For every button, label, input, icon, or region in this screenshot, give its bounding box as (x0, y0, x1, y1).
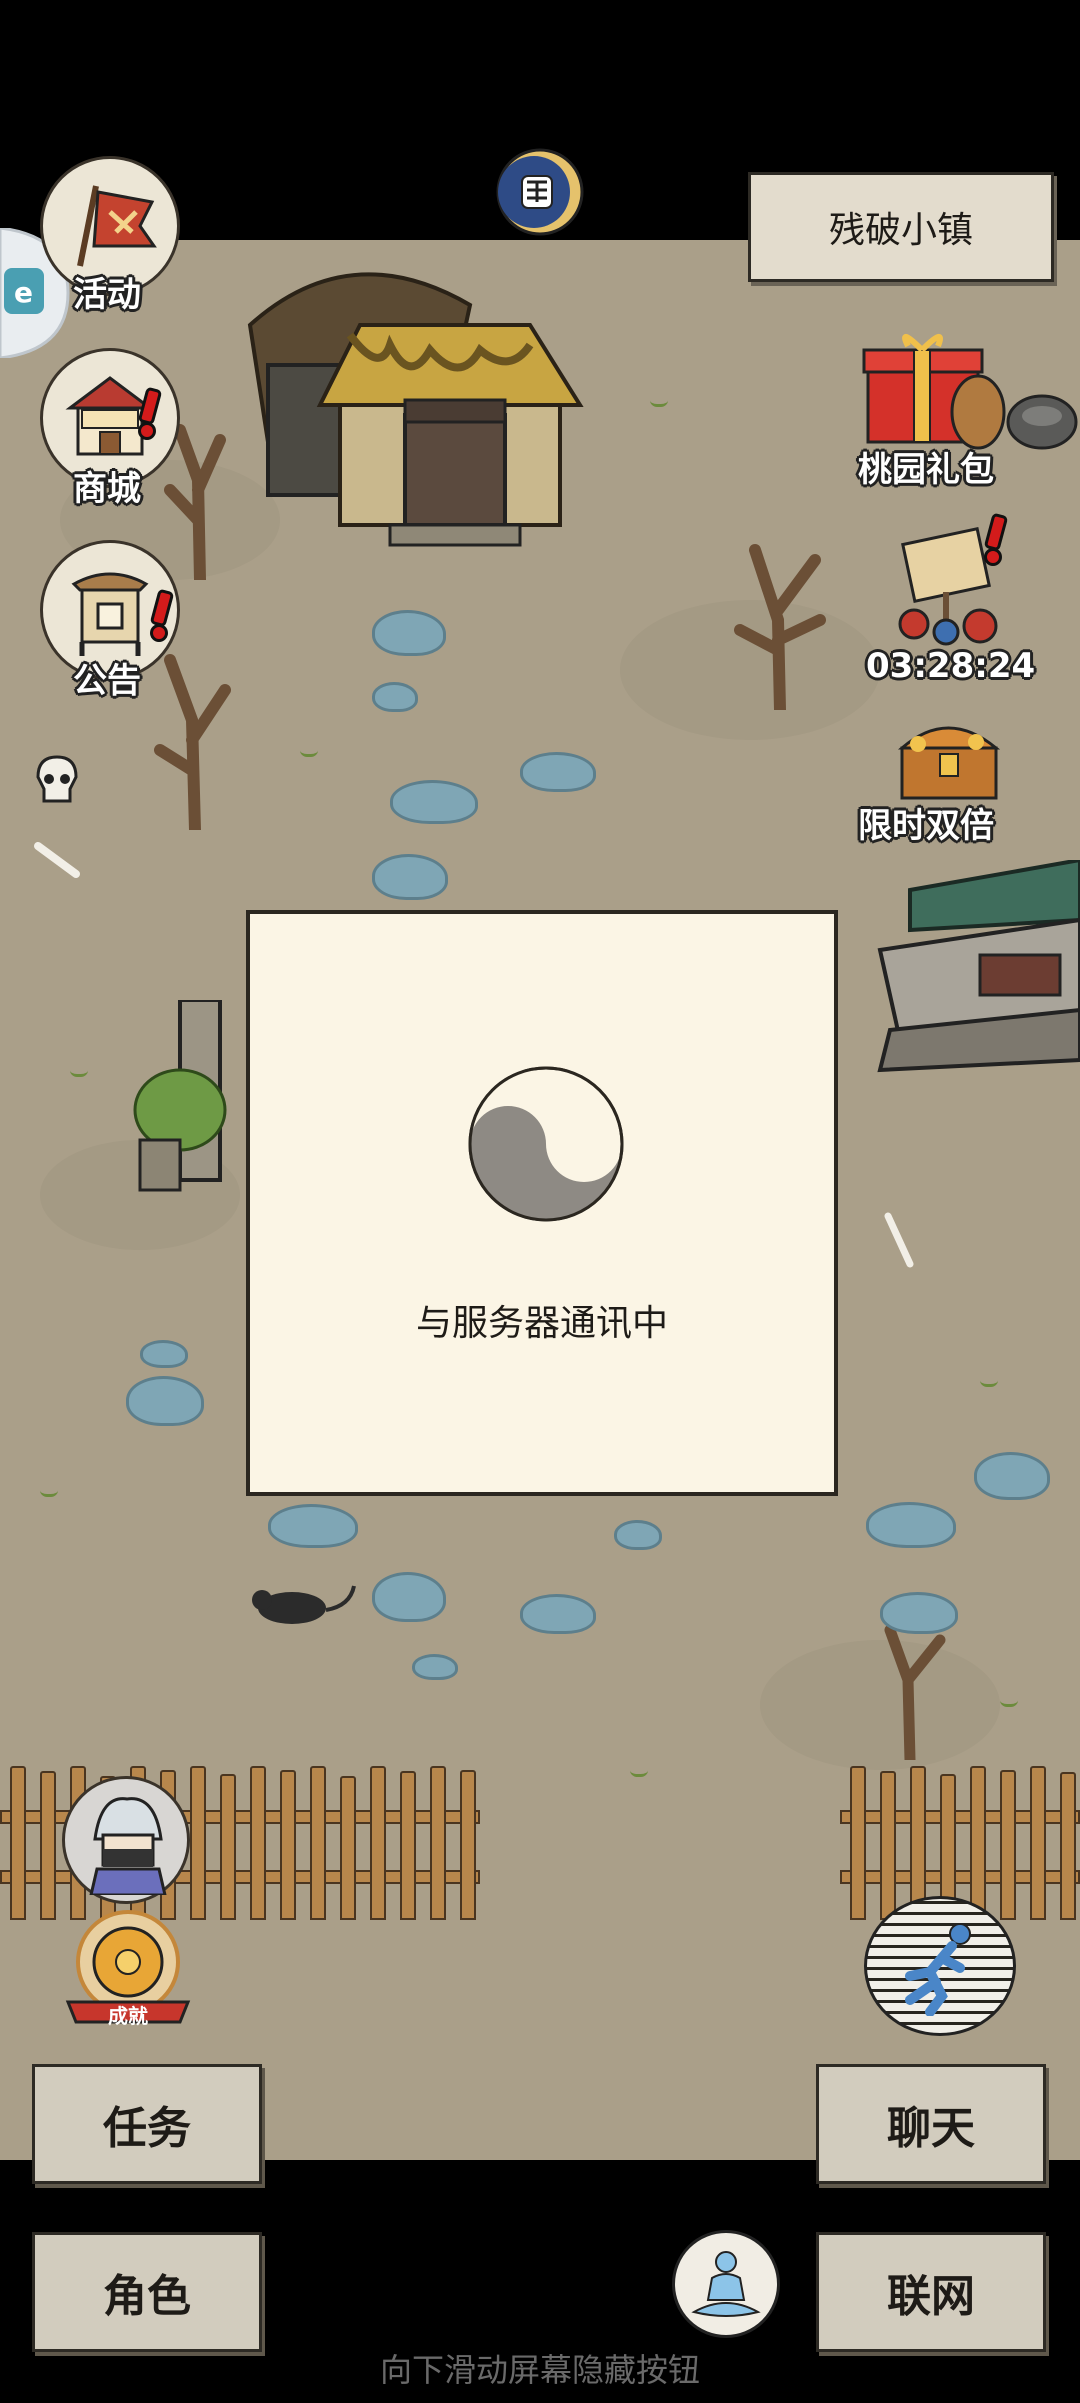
yin-yang-loading-icon (468, 1066, 624, 1222)
stepping-stone (390, 780, 478, 824)
gift-box-icon (862, 334, 1078, 450)
task-button[interactable]: 任务 (32, 2064, 262, 2184)
chat-button[interactable]: 聊天 (816, 2064, 1046, 2184)
ruined-wall (133, 1000, 227, 1192)
notice-board-icon (71, 572, 149, 656)
character-avatar[interactable] (62, 1776, 190, 1904)
shop-button[interactable]: 商城 (40, 348, 180, 509)
rat-creature[interactable] (240, 1580, 360, 1630)
bone (884, 1212, 914, 1268)
grass-tuft (40, 1480, 58, 1497)
grass-tuft (980, 1370, 998, 1387)
grass-tuft (300, 740, 318, 757)
peach-garden-gift-button[interactable]: 桃园礼包 (858, 326, 1078, 496)
activity-button[interactable]: 活动 (40, 156, 180, 315)
loading-message: 与服务器通讯中 (415, 1303, 668, 1344)
ruined-house[interactable] (840, 860, 1080, 1080)
stepping-stone (520, 1594, 596, 1634)
location-sign[interactable]: 残破小镇 (748, 172, 1054, 282)
stepping-stone (126, 1376, 204, 1426)
auto-run-button[interactable] (864, 1896, 1016, 2036)
stepping-stone (140, 1340, 188, 1368)
peach-garden-gift-label: 桃园礼包 (858, 450, 994, 490)
meditate-button[interactable] (672, 2230, 780, 2338)
ninja-avatar-icon (89, 1797, 167, 1895)
stepping-stone (866, 1502, 956, 1548)
thatched-hut[interactable] (240, 265, 600, 575)
stepping-stone (974, 1452, 1050, 1500)
task-label: 任务 (103, 2103, 191, 2154)
character-button[interactable]: 角色 (32, 2232, 262, 2352)
treasure-chest-icon (897, 726, 1001, 800)
activity-label: 活动 (73, 275, 141, 315)
hide-buttons-hint: 向下滑动屏幕隐藏按钮 (379, 2351, 700, 2389)
notice-alert-icon (149, 588, 175, 642)
running-figure-icon (905, 1923, 971, 2016)
stepping-stone (880, 1592, 958, 1634)
sale-countdown-timer: 03:28:24 (866, 646, 1036, 686)
sale-sign-icon (898, 526, 998, 646)
bone (34, 842, 80, 878)
grass-tuft (630, 1760, 648, 1777)
shop-alert-icon (137, 386, 163, 440)
sale-alert-icon (983, 512, 1009, 566)
dead-tree (734, 544, 826, 710)
achievement-button[interactable]: 成就 (62, 1910, 194, 2028)
double-reward-button[interactable]: 限时双倍 (858, 708, 1058, 848)
achievement-label: 成就 (108, 2004, 148, 2028)
chat-label: 聊天 (887, 2103, 975, 2154)
shop-label: 商城 (73, 469, 141, 509)
skull (36, 755, 78, 803)
meditation-icon (691, 2251, 761, 2317)
network-label: 联网 (887, 2271, 975, 2322)
stepping-stone (372, 854, 448, 900)
stepping-stone (614, 1520, 662, 1550)
stepping-stone (268, 1504, 358, 1548)
stepping-stone (412, 1654, 458, 1680)
location-name: 残破小镇 (828, 210, 973, 251)
stepping-stone (372, 610, 446, 656)
grass-tuft (70, 1060, 88, 1077)
character-label: 角色 (103, 2271, 191, 2322)
limited-sale-button[interactable]: 03:28:24 (858, 510, 1058, 700)
network-button[interactable]: 联网 (816, 2232, 1046, 2352)
grass-tuft (1000, 1690, 1018, 1707)
svg-text:e: e (14, 276, 33, 309)
notice-label: 公告 (73, 661, 141, 701)
moon-night-icon[interactable] (494, 146, 586, 238)
double-reward-label: 限时双倍 (858, 806, 994, 846)
stepping-stone (372, 682, 418, 712)
stepping-stone (520, 752, 596, 792)
stepping-stone (372, 1572, 446, 1622)
server-connecting-dialog: 与服务器通讯中 (246, 910, 838, 1496)
flag-icon (77, 185, 157, 267)
grass-tuft (650, 390, 668, 407)
